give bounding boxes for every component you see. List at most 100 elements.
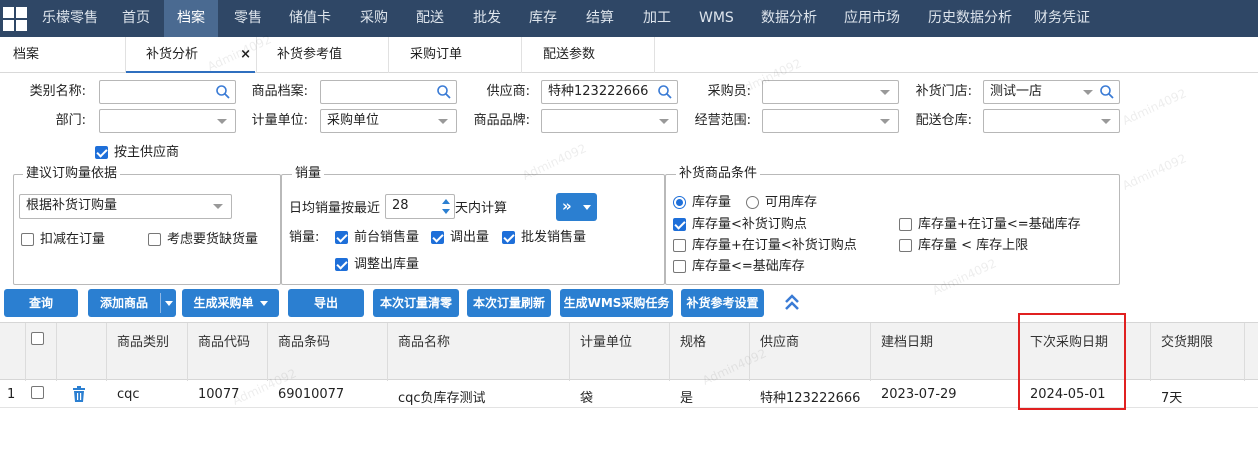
col-supplier[interactable]: 供应商: [760, 331, 799, 350]
trash-icon[interactable]: [72, 386, 86, 402]
search-icon[interactable]: [436, 84, 452, 100]
cell-name: cqc负库存测试: [398, 391, 486, 406]
col-code[interactable]: 商品代码: [198, 331, 250, 350]
collapse-up-icon[interactable]: [783, 293, 801, 313]
available-stock-radio-label: 可用库存: [765, 195, 818, 210]
tab-distribution-params[interactable]: 配送参数: [543, 37, 595, 73]
replenish-condition-title: 补货商品条件: [676, 166, 761, 182]
days-stepper[interactable]: 28: [385, 194, 455, 219]
tab-replenish-reference[interactable]: 补货参考值: [277, 37, 342, 73]
stock-lt-upper-checkbox[interactable]: [899, 239, 912, 252]
nav-item-wholesale[interactable]: 批发: [473, 0, 501, 37]
query-button[interactable]: 查询: [4, 289, 78, 317]
tab-bar: 档案 补货分析 × 补货参考值 采购订单 配送参数: [0, 37, 1258, 73]
caret-down-icon[interactable]: [165, 301, 173, 306]
chevron-down-icon: [438, 119, 448, 124]
chevron-down-icon[interactable]: [1083, 90, 1093, 95]
nav-item-wms[interactable]: WMS: [699, 0, 734, 37]
avg-sales-suffix: 天内计算: [455, 201, 508, 216]
row-checkbox[interactable]: [31, 386, 44, 399]
business-scope-label: 经营范围:: [694, 113, 751, 128]
select-all-checkbox[interactable]: [31, 332, 44, 345]
col-name[interactable]: 商品名称: [398, 331, 450, 350]
stepper-arrows-icon[interactable]: [440, 196, 452, 217]
caret-down-icon: [583, 205, 591, 210]
nav-item-archive[interactable]: 档案: [164, 0, 218, 37]
nav-item-home[interactable]: 首页: [122, 0, 150, 37]
generate-wms-task-button[interactable]: 生成WMS采购任务: [560, 289, 673, 317]
wholesale-sales-checkbox[interactable]: [502, 231, 515, 244]
col-unit[interactable]: 计量单位: [580, 331, 632, 350]
stock-lt-reorder-label: 库存量<补货订购点: [692, 217, 807, 232]
stock-lt-reorder-checkbox[interactable]: [673, 218, 686, 231]
stock-radio-label: 库存量: [692, 195, 732, 210]
search-icon[interactable]: [215, 84, 231, 100]
nav-item-stored-value-card[interactable]: 储值卡: [289, 0, 331, 37]
stock-le-base-checkbox[interactable]: [673, 260, 686, 273]
nav-item-processing[interactable]: 加工: [643, 0, 671, 37]
category-input[interactable]: [99, 80, 236, 104]
adjust-out-checkbox[interactable]: [335, 258, 348, 271]
main-supplier-checkbox[interactable]: [95, 146, 108, 159]
stock-radio[interactable]: [673, 196, 686, 209]
nav-item-distribution[interactable]: 配送: [416, 0, 444, 37]
tab-replenish-analysis[interactable]: 补货分析 ×: [126, 37, 255, 73]
nav-item-retail[interactable]: 零售: [234, 0, 262, 37]
unit-select[interactable]: 采购单位: [320, 109, 457, 133]
nav-item-purchase[interactable]: 采购: [360, 0, 388, 37]
brand-select[interactable]: [541, 109, 678, 133]
replenish-store-select[interactable]: 测试一店: [983, 80, 1120, 104]
col-spec[interactable]: 规格: [680, 331, 706, 350]
clear-order-qty-button[interactable]: 本次订量清零: [373, 289, 459, 317]
tab-purchase-order[interactable]: 采购订单: [410, 37, 462, 73]
nav-item-inventory[interactable]: 库存: [529, 0, 557, 37]
chevron-down-icon: [213, 204, 223, 209]
col-lead-time[interactable]: 交货期限: [1161, 331, 1213, 350]
replenish-settings-button[interactable]: 补货参考设置: [681, 289, 764, 317]
deduct-on-order-label: 扣减在订量: [40, 232, 106, 247]
suggest-basis-select[interactable]: 根据补货订购量: [19, 194, 232, 219]
warehouse-select[interactable]: [983, 109, 1120, 133]
export-button[interactable]: 导出: [288, 289, 364, 317]
chevron-down-icon: [217, 119, 227, 124]
available-stock-radio[interactable]: [746, 196, 759, 209]
buyer-select[interactable]: [762, 80, 899, 104]
nav-item-data-analysis[interactable]: 数据分析: [761, 0, 817, 37]
department-select[interactable]: [99, 109, 236, 133]
nav-item-finance-voucher[interactable]: 财务凭证: [1034, 0, 1090, 37]
row-number: 1: [7, 387, 16, 402]
close-icon[interactable]: ×: [240, 37, 251, 73]
transfer-out-checkbox[interactable]: [431, 231, 444, 244]
unit-label: 计量单位:: [251, 113, 308, 128]
col-created-date[interactable]: 建档日期: [881, 331, 933, 350]
nav-item-settlement[interactable]: 结算: [586, 0, 614, 37]
tab-archive[interactable]: 档案: [13, 37, 39, 73]
consider-shortage-checkbox[interactable]: [148, 233, 161, 246]
stock-onorder-le-base-checkbox[interactable]: [899, 218, 912, 231]
nav-item-app-market[interactable]: 应用市场: [844, 0, 900, 37]
top-nav: 乐檬零售 首页 档案 零售 储值卡 采购 配送 批发 库存 结算 加工 WMS …: [0, 0, 1258, 37]
department-label: 部门:: [55, 113, 86, 128]
col-category[interactable]: 商品类别: [117, 331, 169, 350]
nav-item-history-analysis[interactable]: 历史数据分析: [928, 0, 1012, 37]
app-grid-icon[interactable]: [2, 6, 28, 32]
deduct-on-order-checkbox[interactable]: [21, 233, 34, 246]
item-archive-input[interactable]: [320, 80, 457, 104]
watermark: Admin4092: [1120, 86, 1189, 128]
add-item-button[interactable]: 添加商品: [88, 289, 176, 317]
business-scope-select[interactable]: [762, 109, 899, 133]
stock-onorder-lt-reorder-checkbox[interactable]: [673, 239, 686, 252]
supplier-input[interactable]: 特种123222666: [541, 80, 678, 104]
supplier-label: 供应商:: [486, 84, 530, 99]
col-barcode[interactable]: 商品条码: [278, 331, 330, 350]
chevron-down-icon: [659, 119, 669, 124]
stock-onorder-le-base-label: 库存量+在订量<=基础库存: [918, 217, 1081, 232]
item-archive-label: 商品档案:: [251, 84, 308, 99]
watermark: Admin4092: [1120, 151, 1189, 193]
more-options-button[interactable]: »: [556, 193, 597, 221]
search-icon[interactable]: [657, 84, 673, 100]
generate-po-button[interactable]: 生成采购单: [182, 289, 279, 317]
search-icon[interactable]: [1099, 84, 1115, 100]
refresh-order-qty-button[interactable]: 本次订量刷新: [467, 289, 551, 317]
front-sales-checkbox[interactable]: [335, 231, 348, 244]
